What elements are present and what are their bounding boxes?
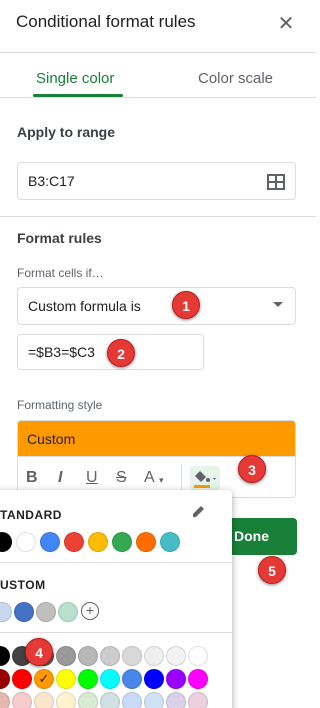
- grid-color-swatch[interactable]: [100, 692, 120, 708]
- grid-color-swatch[interactable]: [166, 692, 186, 708]
- callout-badge-2: 2: [107, 339, 135, 367]
- conditional-format-panel: Conditional format rules ✕ Single color …: [0, 0, 316, 708]
- callout-badge-1: 1: [172, 291, 200, 319]
- grid-color-swatch[interactable]: [144, 669, 164, 689]
- grid-color-swatch[interactable]: [78, 669, 98, 689]
- toolbar-divider: [181, 465, 182, 491]
- strikethrough-button[interactable]: S: [116, 469, 127, 487]
- header-divider: [0, 52, 316, 53]
- fill-color-icon[interactable]: [190, 466, 220, 490]
- grid-color-swatch[interactable]: [56, 669, 76, 689]
- panel-title: Conditional format rules: [16, 12, 196, 31]
- grid-color-swatch[interactable]: [56, 692, 76, 708]
- grid-color-swatch[interactable]: [166, 669, 186, 689]
- callout-badge-4: 4: [25, 638, 53, 666]
- condition-value: Custom formula is: [28, 298, 141, 314]
- standard-color-swatch[interactable]: [0, 532, 12, 552]
- standard-color-swatch[interactable]: [112, 532, 132, 552]
- standard-color-swatch[interactable]: [160, 532, 180, 552]
- grid-color-swatch[interactable]: [144, 692, 164, 708]
- close-icon[interactable]: ✕: [276, 14, 296, 34]
- standard-color-swatch[interactable]: [40, 532, 60, 552]
- underline-button[interactable]: U: [86, 469, 98, 487]
- grid-color-swatch[interactable]: [0, 692, 10, 708]
- grid-color-swatch[interactable]: [0, 646, 10, 666]
- custom-color-swatch[interactable]: [58, 602, 78, 622]
- standard-color-swatch[interactable]: [136, 532, 156, 552]
- style-preview[interactable]: Custom: [17, 420, 296, 456]
- standard-color-swatch[interactable]: [88, 532, 108, 552]
- tab-color-scale[interactable]: Color scale: [198, 70, 273, 87]
- standard-color-swatch[interactable]: [64, 532, 84, 552]
- grid-color-swatch[interactable]: [188, 692, 208, 708]
- grid-color-swatch[interactable]: [12, 692, 32, 708]
- custom-color-swatch[interactable]: [36, 602, 56, 622]
- grid-color-swatch[interactable]: [0, 669, 10, 689]
- formula-value: =$B3=$C3: [28, 344, 95, 360]
- callout-badge-3: 3: [238, 455, 266, 483]
- grid-color-swatch[interactable]: [100, 646, 120, 666]
- pencil-icon[interactable]: [192, 504, 206, 518]
- grid-color-swatch[interactable]: [144, 646, 164, 666]
- grid-color-swatch[interactable]: [122, 692, 142, 708]
- grid-color-swatch[interactable]: [12, 669, 32, 689]
- grid-color-swatch[interactable]: [78, 692, 98, 708]
- range-value: B3:C17: [28, 173, 75, 189]
- format-cells-label: Format cells if…: [17, 266, 104, 280]
- condition-select[interactable]: Custom formula is: [17, 287, 296, 325]
- grid-color-swatch[interactable]: [188, 669, 208, 689]
- palette-divider: [0, 632, 232, 633]
- chevron-down-icon: [273, 302, 283, 307]
- grid-color-swatch[interactable]: [56, 646, 76, 666]
- grid-color-swatch[interactable]: [188, 646, 208, 666]
- palette-divider: [0, 562, 232, 563]
- italic-button[interactable]: I: [58, 469, 62, 487]
- custom-color-swatch[interactable]: [0, 602, 12, 622]
- text-color-button[interactable]: A: [144, 469, 155, 487]
- section-divider: [0, 216, 316, 217]
- formatting-style-label: Formatting style: [17, 398, 103, 412]
- grid-color-swatch[interactable]: [78, 646, 98, 666]
- bold-button[interactable]: B: [26, 469, 38, 487]
- custom-heading: USTOM: [0, 578, 46, 592]
- grid-icon[interactable]: [267, 174, 285, 190]
- text-color-caret-icon: ▾: [159, 475, 164, 485]
- custom-color-swatch[interactable]: [14, 602, 34, 622]
- grid-color-swatch[interactable]: [34, 692, 54, 708]
- checkmark-icon: ✓: [38, 671, 50, 686]
- format-rules-heading: Format rules: [17, 230, 102, 246]
- add-custom-color-icon[interactable]: +: [81, 602, 99, 620]
- grid-color-swatch[interactable]: [122, 646, 142, 666]
- grid-color-swatch[interactable]: [100, 669, 120, 689]
- apply-range-heading: Apply to range: [17, 124, 116, 140]
- callout-badge-5: 5: [258, 556, 286, 584]
- color-palette-popup: TANDARD USTOM + ✓: [0, 490, 232, 708]
- standard-color-swatch[interactable]: [16, 532, 36, 552]
- tab-single-color[interactable]: Single color: [36, 70, 114, 87]
- grid-color-swatch[interactable]: [166, 646, 186, 666]
- grid-color-swatch[interactable]: [122, 669, 142, 689]
- standard-heading: TANDARD: [0, 508, 62, 522]
- range-input[interactable]: B3:C17: [17, 162, 296, 200]
- tabs-divider: [0, 97, 316, 98]
